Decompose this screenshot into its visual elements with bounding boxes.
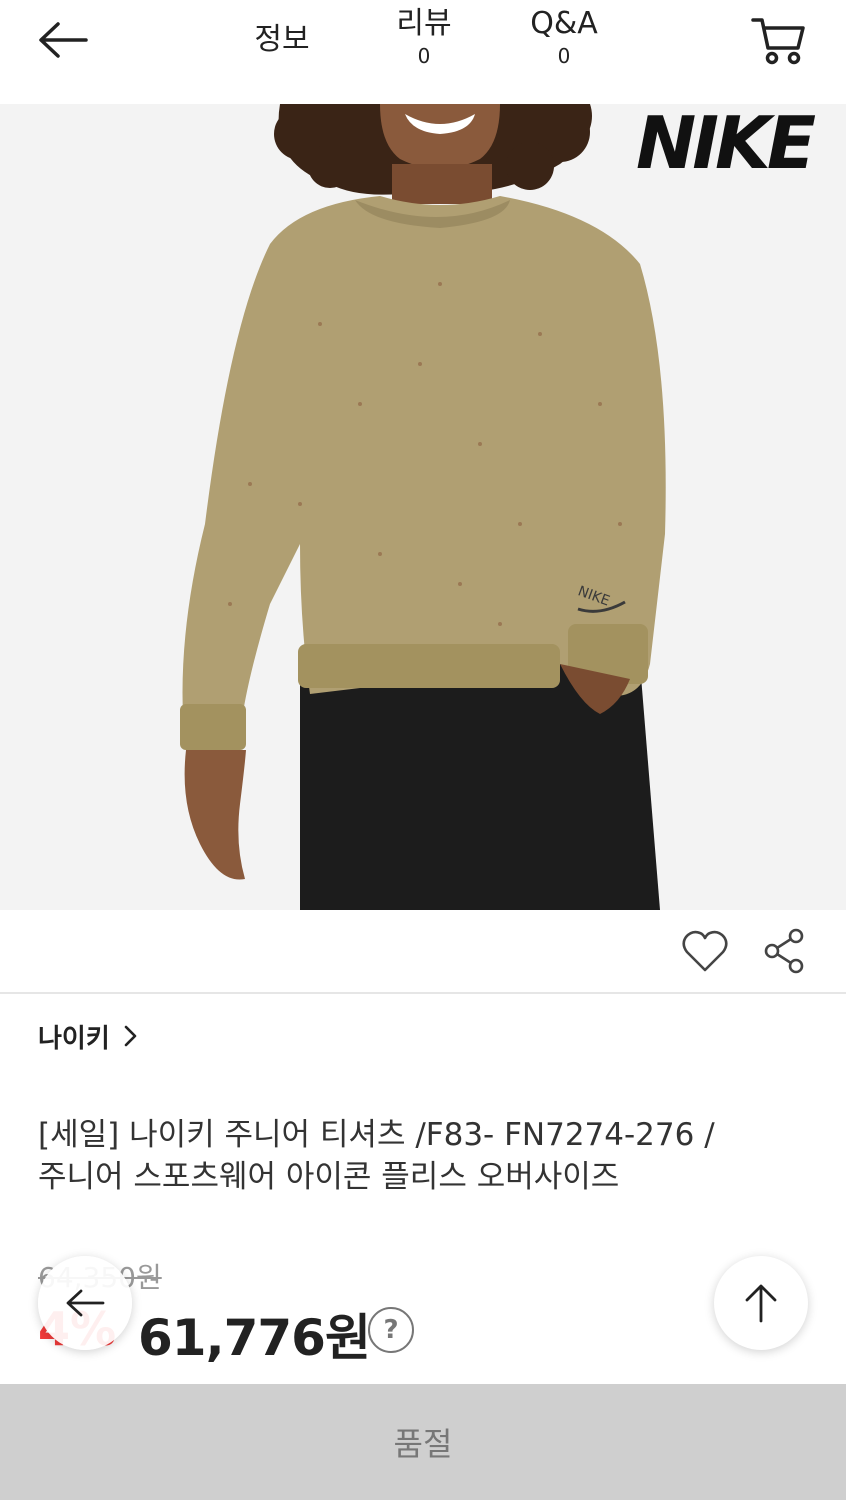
soldout-label: 품절 xyxy=(393,1425,453,1463)
nike-logo: NIKE xyxy=(636,104,816,185)
like-button[interactable] xyxy=(680,926,730,976)
product-image[interactable]: NIKE NIKE xyxy=(0,104,846,910)
arrow-left-icon xyxy=(39,22,88,58)
product-title-line-2: 주니어 스포츠웨어 아이콘 플리스 오버사이즈 xyxy=(38,1159,620,1195)
tab-info[interactable]: 정보 xyxy=(246,20,318,60)
tab-qa-count: 0 xyxy=(557,44,571,68)
product-photo-illustration: NIKE NIKE xyxy=(0,104,846,910)
tab-qa-label: Q&A xyxy=(530,6,598,41)
brand-name: 나이키 xyxy=(38,1023,110,1054)
tab-info-label: 정보 xyxy=(254,22,310,57)
arrow-left-icon xyxy=(66,1289,105,1317)
soldout-button[interactable]: 품절 xyxy=(0,1384,846,1500)
cart-icon xyxy=(751,18,805,65)
floating-back-button[interactable] xyxy=(38,1256,132,1350)
heart-icon xyxy=(682,930,728,972)
tab-review-count: 0 xyxy=(417,44,431,68)
arrow-up-icon xyxy=(745,1284,777,1323)
share-button[interactable] xyxy=(760,926,810,976)
scroll-to-top-button[interactable] xyxy=(714,1256,808,1350)
product-action-row xyxy=(0,910,846,994)
tab-review-label: 리뷰 xyxy=(396,6,452,41)
product-title: [세일] 나이키 주니어 티셔츠 /F83- FN7274-276 / 주니어 … xyxy=(38,1114,808,1198)
share-icon xyxy=(764,928,804,974)
tab-review[interactable]: 리뷰 0 xyxy=(386,6,462,68)
cart-button[interactable] xyxy=(750,14,808,68)
back-button[interactable] xyxy=(36,18,96,62)
product-title-line-1: [세일] 나이키 주니어 티셔츠 /F83- FN7274-276 / xyxy=(38,1117,715,1153)
sale-price: 61,776원 xyxy=(138,1309,371,1367)
question-circle-icon[interactable]: ? xyxy=(368,1307,414,1353)
chevron-right-icon xyxy=(124,1025,137,1047)
brand-link[interactable]: 나이키 xyxy=(38,1016,138,1056)
top-navigation-bar: 정보 리뷰 0 Q&A 0 xyxy=(0,0,846,104)
tab-qa[interactable]: Q&A 0 xyxy=(520,6,608,68)
